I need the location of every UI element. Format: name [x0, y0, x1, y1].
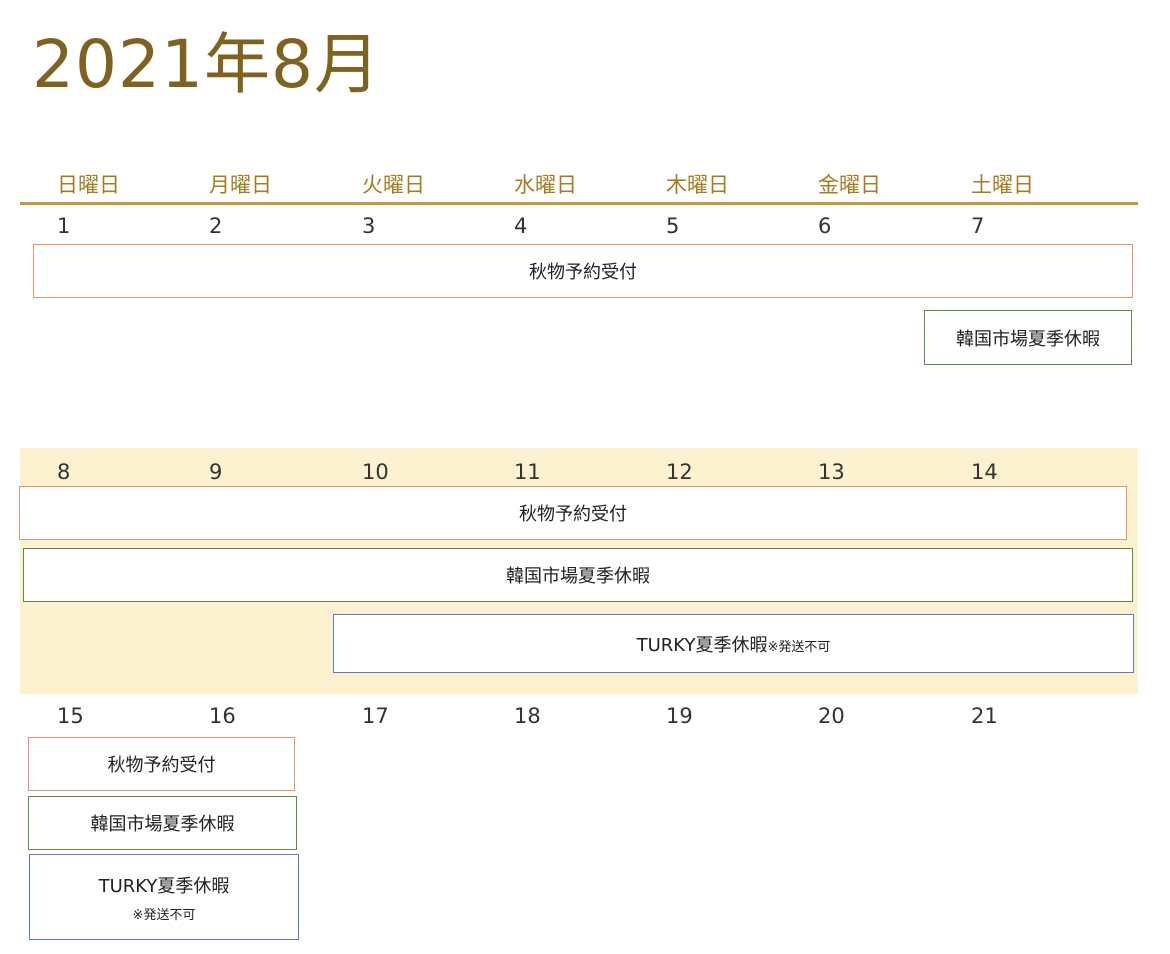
event-label: 秋物予約受付: [529, 262, 637, 283]
day-11[interactable]: 11: [514, 459, 541, 485]
event-korea-holiday-week3[interactable]: 韓国市場夏季休暇: [28, 796, 297, 850]
event-turky-holiday-week2[interactable]: TURKY夏季休暇 ※発送不可: [333, 614, 1134, 673]
weekday-wed: 水曜日: [514, 173, 577, 197]
month-title: 2021年8月: [32, 26, 381, 103]
day-4[interactable]: 4: [514, 213, 527, 239]
day-8[interactable]: 8: [57, 459, 70, 485]
day-6[interactable]: 6: [818, 213, 831, 239]
day-3[interactable]: 3: [362, 213, 375, 239]
day-1[interactable]: 1: [57, 213, 70, 239]
event-label: 韓国市場夏季休暇: [90, 814, 235, 835]
event-label: TURKY夏季休暇: [98, 875, 230, 897]
weekday-fri: 金曜日: [818, 173, 881, 197]
day-18[interactable]: 18: [514, 703, 541, 729]
day-9[interactable]: 9: [209, 459, 222, 485]
day-13[interactable]: 13: [818, 459, 845, 485]
weekday-thu: 木曜日: [666, 173, 729, 197]
event-label: 韓国市場夏季休暇: [956, 328, 1100, 350]
weekday-mon: 月曜日: [209, 173, 272, 197]
event-turky-holiday-week3[interactable]: TURKY夏季休暇 ※発送不可: [29, 854, 299, 940]
day-16[interactable]: 16: [209, 703, 236, 729]
event-label-row: TURKY夏季休暇 ※発送不可: [637, 631, 831, 657]
event-autumn-reservation-week3[interactable]: 秋物予約受付: [28, 737, 295, 791]
header-divider: [20, 202, 1138, 205]
event-label: 韓国市場夏季休暇: [506, 566, 650, 587]
day-17[interactable]: 17: [362, 703, 389, 729]
event-korea-holiday-week2[interactable]: 韓国市場夏季休暇: [23, 548, 1133, 602]
day-15[interactable]: 15: [57, 703, 84, 729]
day-12[interactable]: 12: [666, 459, 693, 485]
day-14[interactable]: 14: [971, 459, 998, 485]
day-7[interactable]: 7: [971, 213, 984, 239]
event-korea-holiday-week1[interactable]: 韓国市場夏季休暇: [924, 310, 1132, 365]
no-shipping-note: ※発送不可: [767, 639, 831, 655]
day-20[interactable]: 20: [818, 703, 845, 729]
event-autumn-reservation-week1[interactable]: 秋物予約受付: [33, 244, 1133, 298]
event-autumn-reservation-week2[interactable]: 秋物予約受付: [19, 486, 1127, 540]
no-shipping-note: ※発送不可: [132, 907, 196, 923]
day-2[interactable]: 2: [209, 213, 222, 239]
day-19[interactable]: 19: [666, 703, 693, 729]
day-5[interactable]: 5: [666, 213, 679, 239]
weekday-sun: 日曜日: [57, 173, 120, 197]
event-label: 秋物予約受付: [107, 755, 216, 776]
day-10[interactable]: 10: [362, 459, 389, 485]
weekday-tue: 火曜日: [362, 173, 425, 197]
weekday-sat: 土曜日: [971, 173, 1034, 197]
event-label: TURKY夏季休暇: [636, 634, 768, 656]
day-21[interactable]: 21: [971, 703, 998, 729]
event-label: 秋物予約受付: [519, 504, 627, 525]
